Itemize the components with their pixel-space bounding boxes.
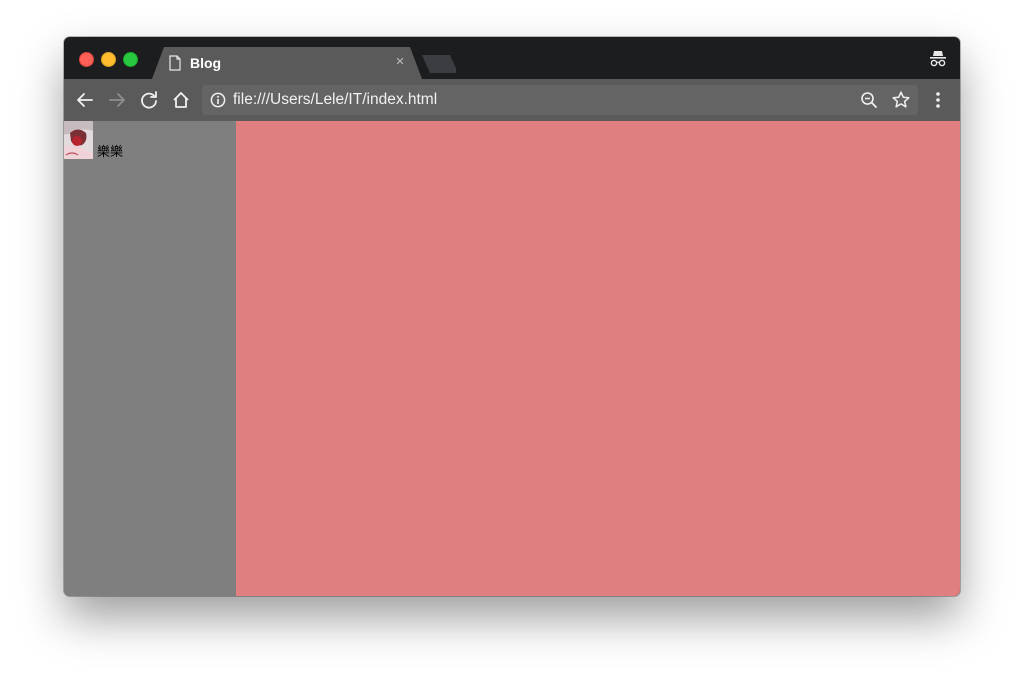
forward-arrow-icon[interactable]: [106, 89, 128, 111]
tab-close-button[interactable]: ×: [392, 54, 408, 70]
browser-toolbar: file:///Users/Lele/IT/index.html: [64, 79, 960, 121]
incognito-icon: [930, 51, 946, 67]
browser-window: Blog × file:///Users/Lele/IT/index.html …: [64, 37, 960, 596]
maximize-window-button[interactable]: [123, 52, 138, 67]
home-icon[interactable]: [170, 89, 192, 111]
address-bar[interactable]: file:///Users/Lele/IT/index.html: [202, 85, 918, 115]
new-tab-button[interactable]: [422, 55, 456, 73]
close-window-button[interactable]: [79, 52, 94, 67]
title-bar: Blog ×: [64, 37, 960, 79]
avatar: [64, 121, 93, 159]
avatar-photo: [64, 121, 93, 159]
star-icon[interactable]: [891, 90, 911, 110]
zoom-icon[interactable]: [860, 91, 878, 109]
info-icon[interactable]: [210, 92, 226, 108]
url-text[interactable]: file:///Users/Lele/IT/index.html: [233, 91, 437, 109]
kebab-menu-icon[interactable]: [928, 89, 948, 111]
avatar-name: 樂樂: [97, 145, 124, 160]
main-area: [236, 121, 960, 596]
page-content: 樂樂: [64, 121, 960, 596]
tab-title: Blog: [190, 55, 222, 71]
back-arrow-icon[interactable]: [74, 89, 96, 111]
minimize-window-button[interactable]: [101, 52, 116, 67]
sidebar: 樂樂: [64, 121, 236, 596]
document-icon: [169, 55, 181, 71]
reload-icon[interactable]: [138, 89, 160, 111]
